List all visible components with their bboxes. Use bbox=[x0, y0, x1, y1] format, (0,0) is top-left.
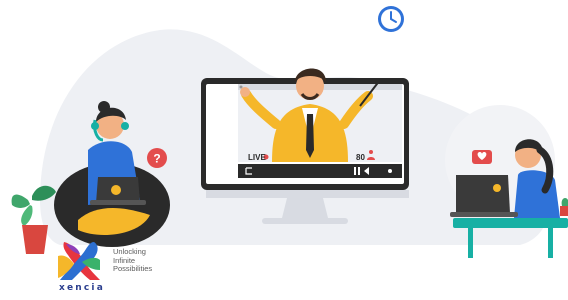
question-icon: ? bbox=[147, 148, 167, 168]
volume-icon[interactable] bbox=[388, 169, 392, 173]
live-label: LIVE bbox=[248, 153, 266, 162]
potted-plant-right bbox=[560, 198, 568, 216]
brand-name: xencia bbox=[58, 283, 105, 293]
brand-tagline: Unlocking Infinite Possibilities bbox=[113, 247, 193, 274]
tagline-line: Possibilities bbox=[113, 264, 153, 273]
video-control-bar bbox=[238, 164, 402, 178]
xencia-logo-mark bbox=[58, 242, 100, 280]
clock-icon bbox=[378, 6, 404, 32]
svg-text:?: ? bbox=[153, 152, 160, 166]
heart-icon bbox=[472, 150, 492, 164]
hero-illustration-banner: ? LIVE 80 xencia Unlocking Infinite Poss… bbox=[0, 0, 568, 300]
live-badge: LIVE bbox=[248, 153, 269, 162]
brand-logo: xencia Unlocking Infinite Possibilities bbox=[50, 238, 190, 298]
viewer-count-label: 80 bbox=[356, 153, 365, 162]
